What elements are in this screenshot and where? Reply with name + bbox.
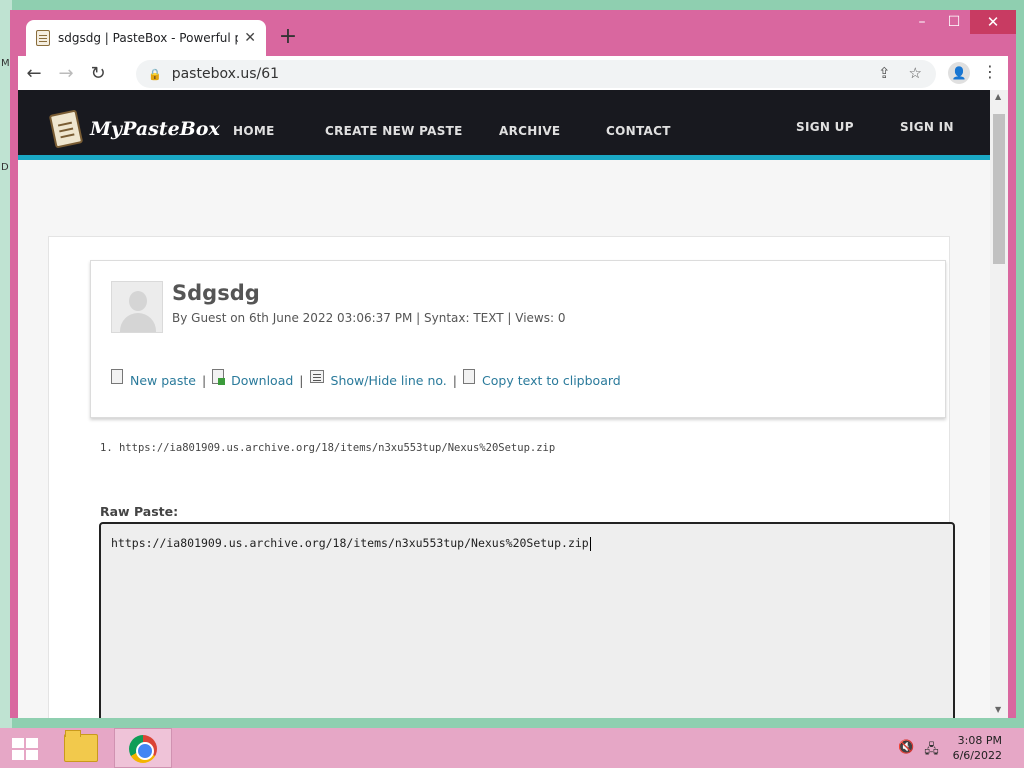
windows-start-icon[interactable] <box>10 736 38 760</box>
browser-toolbar: ← → ↻ 🔒 pastebox.us/61 ⇪ ☆ 👤 ⋮ <box>18 56 1008 90</box>
address-url[interactable]: pastebox.us/61 <box>172 66 279 82</box>
system-tray: 🔇 🖧 <box>898 740 939 762</box>
paste-actions: New paste | Download | Show/Hide line no… <box>111 369 621 388</box>
text-caret <box>589 536 591 551</box>
separator: | <box>299 373 304 388</box>
close-tab-icon[interactable]: ✕ <box>244 30 256 46</box>
browser-menu-icon[interactable]: ⋮ <box>982 62 998 81</box>
site-header: MyPasteBox HOME CREATE NEW PASTE ARCHIVE… <box>18 90 990 160</box>
new-paste-link[interactable]: New paste <box>111 369 196 388</box>
tab-title: sdgsdg | PasteBox - Powerful pas <box>58 31 238 45</box>
paste-meta: By Guest on 6th June 2022 03:06:37 PM | … <box>172 311 566 325</box>
share-icon[interactable]: ⇪ <box>878 64 891 82</box>
code-line: 1. https://ia801909.us.archive.org/18/it… <box>100 442 555 454</box>
line-numbers-icon <box>309 370 324 383</box>
nav-home[interactable]: HOME <box>233 124 275 138</box>
omnibox-actions: ⇪ ☆ <box>878 64 922 82</box>
profile-avatar-icon[interactable]: 👤 <box>948 62 970 84</box>
clock-time: 3:08 PM <box>957 734 1002 747</box>
window-controls: – ☐ ✕ <box>906 10 1016 34</box>
line-text: https://ia801909.us.archive.org/18/items… <box>118 442 556 454</box>
download-link[interactable]: Download <box>212 369 293 388</box>
download-icon <box>212 369 226 385</box>
scroll-up-icon[interactable]: ▲ <box>995 92 1001 101</box>
taskbar: 🔇 🖧 3:08 PM 6/6/2022 <box>0 728 1024 768</box>
site-logo[interactable]: MyPasteBox <box>90 118 220 140</box>
minimize-button[interactable]: – <box>906 10 938 34</box>
separator: | <box>201 373 207 388</box>
nav-archive[interactable]: ARCHIVE <box>499 124 560 138</box>
bookmark-star-icon[interactable]: ☆ <box>909 64 922 82</box>
desktop-icon-label[interactable]: D <box>1 162 9 173</box>
paste-title: Sdgsdg <box>172 281 260 305</box>
sign-in-link[interactable]: SIGN IN <box>900 120 954 134</box>
page-viewport: MyPasteBox HOME CREATE NEW PASTE ARCHIVE… <box>18 90 1008 718</box>
new-tab-button[interactable]: + <box>276 24 300 49</box>
copy-icon <box>463 369 476 384</box>
taskbar-clock[interactable]: 3:08 PM 6/6/2022 <box>953 733 1002 763</box>
page-scrollbar[interactable]: ▲ ▼ <box>990 90 1008 718</box>
clock-date: 6/6/2022 <box>952 749 1002 762</box>
scroll-down-icon[interactable]: ▼ <box>995 705 1001 714</box>
forward-button[interactable]: → <box>50 63 82 84</box>
toggle-line-numbers-link[interactable]: Show/Hide line no. <box>309 370 447 388</box>
nav-create-new-paste[interactable]: CREATE NEW PASTE <box>325 124 463 138</box>
nav-contact[interactable]: CONTACT <box>606 124 671 138</box>
clipboard-logo-icon[interactable] <box>48 109 84 149</box>
clipboard-icon <box>36 30 50 46</box>
browser-window: – ☐ ✕ sdgsdg | PasteBox - Powerful pas ✕… <box>10 10 1016 718</box>
taskbar-chrome-button[interactable] <box>114 728 172 768</box>
user-avatar-icon <box>111 281 163 333</box>
chrome-icon <box>129 735 157 763</box>
new-paste-icon <box>111 369 123 384</box>
raw-paste-text: https://ia801909.us.archive.org/18/items… <box>111 536 589 550</box>
lock-icon[interactable]: 🔒 <box>148 68 162 81</box>
separator: | <box>452 373 458 388</box>
scroll-thumb[interactable] <box>993 114 1005 264</box>
close-window-button[interactable]: ✕ <box>970 10 1016 34</box>
raw-paste-label: Raw Paste: <box>100 504 179 519</box>
file-explorer-icon[interactable] <box>64 730 98 762</box>
desktop-icon-label[interactable]: M <box>1 58 10 69</box>
back-button[interactable]: ← <box>18 63 50 84</box>
line-number: 1. <box>100 442 113 454</box>
raw-paste-textarea[interactable]: https://ia801909.us.archive.org/18/items… <box>99 522 955 718</box>
paste-info-box: Sdgsdg By Guest on 6th June 2022 03:06:3… <box>90 260 946 418</box>
copy-to-clipboard-link[interactable]: Copy text to clipboard <box>463 369 621 388</box>
maximize-button[interactable]: ☐ <box>938 10 970 34</box>
address-bar[interactable]: 🔒 pastebox.us/61 ⇪ ☆ <box>136 60 936 88</box>
browser-tab[interactable]: sdgsdg | PasteBox - Powerful pas ✕ <box>26 20 266 56</box>
volume-muted-icon[interactable]: 🔇 <box>898 740 914 762</box>
sign-up-link[interactable]: SIGN UP <box>796 120 854 134</box>
reload-button[interactable]: ↻ <box>82 63 114 84</box>
network-icon[interactable]: 🖧 <box>924 740 939 762</box>
